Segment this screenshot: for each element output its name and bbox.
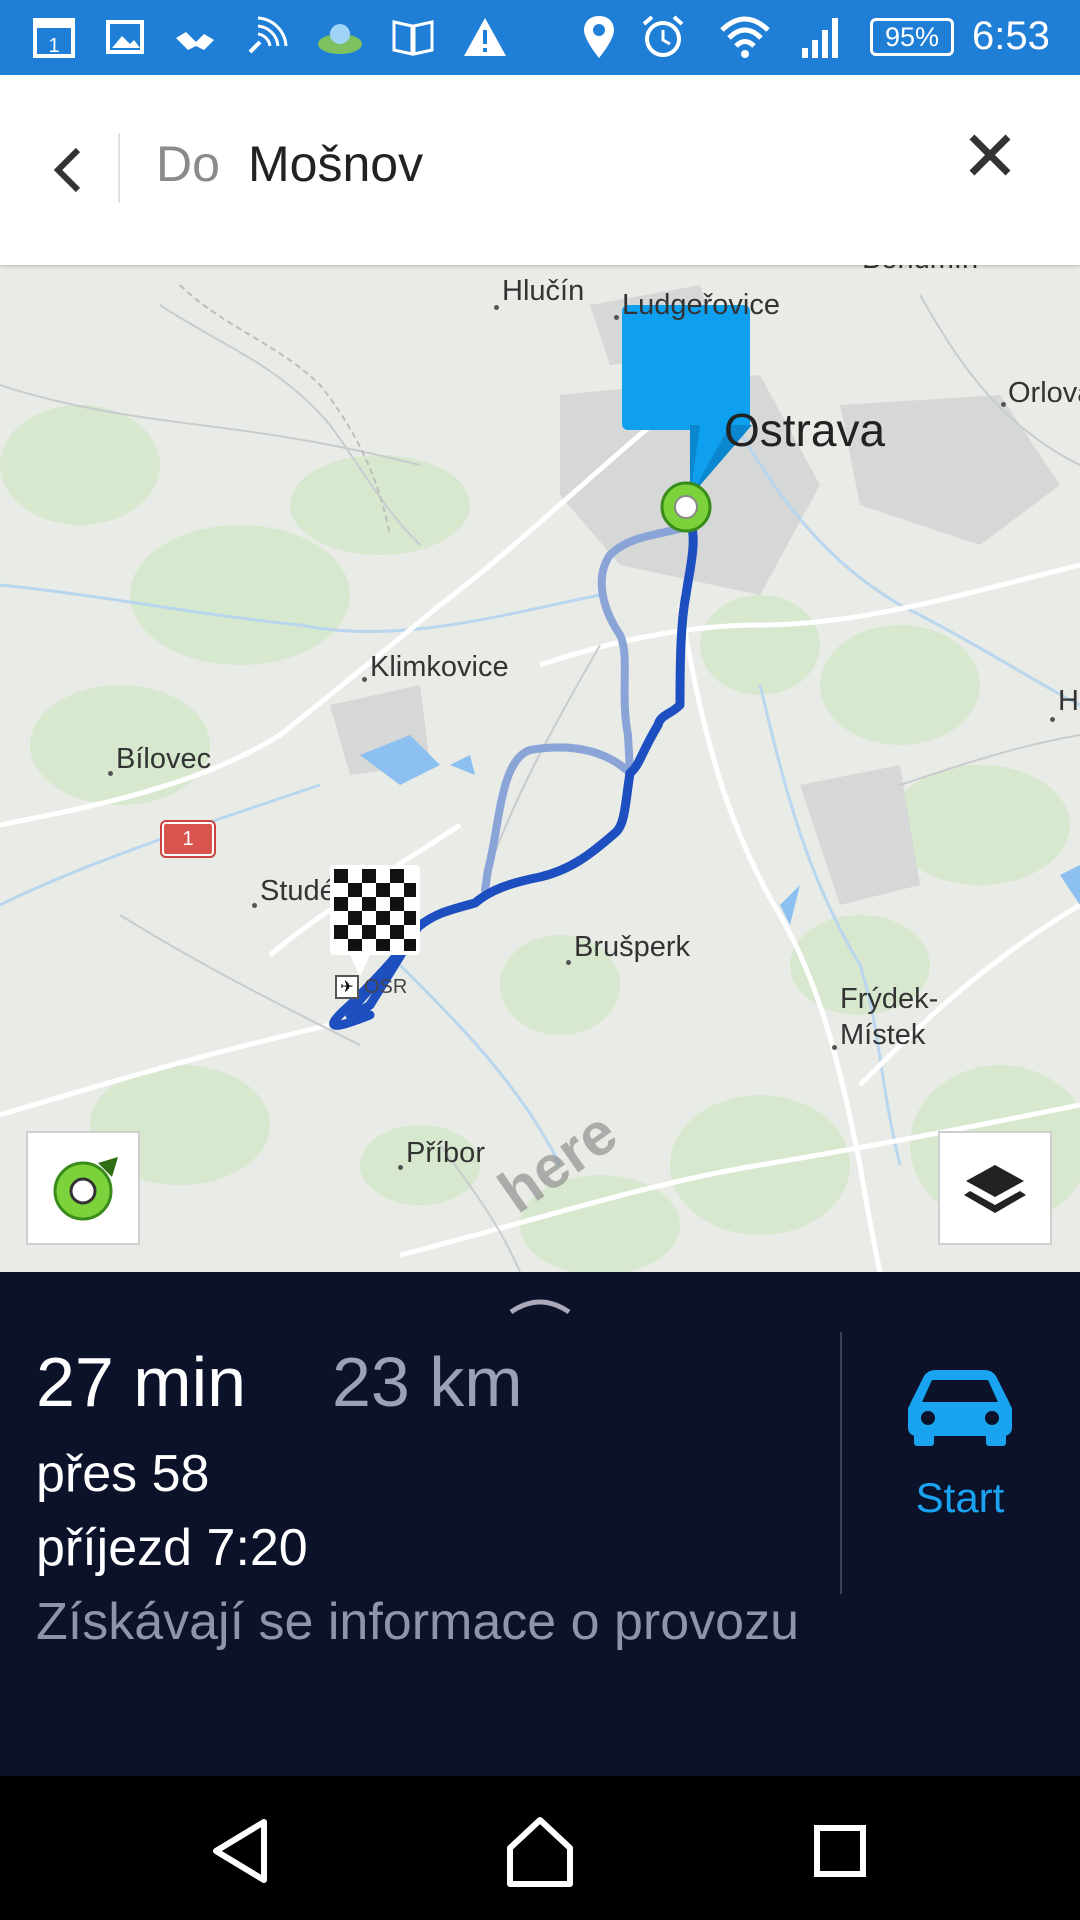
route-via: přes 58	[36, 1445, 210, 1503]
system-nav-bar	[0, 1776, 1080, 1920]
city-label-frydek-line2: Místek	[840, 1019, 926, 1051]
traffic-status: Získávají se informace o provozu	[36, 1593, 799, 1651]
destination-prefix: Do	[156, 136, 220, 192]
alarm-icon	[642, 15, 684, 57]
gallery-icon	[106, 20, 144, 54]
recents-icon	[814, 1825, 866, 1877]
recenter-button[interactable]	[26, 1131, 140, 1245]
calendar-day: 1	[48, 35, 59, 57]
destination-name[interactable]: Mošnov	[248, 135, 423, 193]
triangle-back-icon	[213, 1819, 267, 1883]
route-distance: 23 km	[332, 1343, 523, 1421]
nav-back-button[interactable]	[196, 1806, 286, 1896]
city-label-bohumin: Bohumín	[862, 265, 978, 276]
route-summary-panel: 27 min 23 km přes 58 příjezd 7:20 Získáv…	[0, 1272, 1080, 1776]
expand-handle-icon[interactable]	[505, 1290, 575, 1320]
city-label-hlucin: Hlučín	[502, 275, 585, 307]
wifi-icon	[720, 16, 770, 58]
current-location-icon	[53, 1157, 118, 1221]
close-button[interactable]	[950, 115, 1030, 195]
home-icon	[507, 1817, 573, 1887]
airport-icon: ✈	[335, 975, 359, 999]
signal-stream-icon	[248, 16, 288, 54]
close-icon	[969, 134, 1011, 176]
nav-home-button[interactable]	[495, 1806, 585, 1896]
city-label-frydek-line1: Frýdek-	[840, 983, 939, 1015]
city-label-ludgerovice: Ludgeřovice	[622, 289, 780, 321]
airport-label: OSR	[364, 976, 408, 998]
destination-flag-icon	[330, 865, 420, 977]
header-divider	[118, 133, 120, 203]
route-header: Do Mošnov	[0, 75, 1080, 265]
arrival-time: příjezd 7:20	[36, 1519, 308, 1577]
book-icon	[392, 20, 434, 56]
battery-indicator: 95%	[870, 18, 954, 56]
warning-icon	[464, 18, 506, 56]
location-icon	[584, 16, 614, 58]
status-bar: 1 95% 6:53	[0, 0, 1080, 75]
route-duration: 27 min	[36, 1343, 247, 1421]
car-icon	[908, 1370, 1012, 1446]
city-label-studenka: Studénka	[260, 875, 330, 907]
city-label-klimkovice: Klimkovice	[370, 651, 509, 683]
city-label-orlova: Orlová	[1008, 377, 1080, 409]
start-navigation-button[interactable]: Start	[880, 1362, 1040, 1542]
city-label-pribor: Příbor	[406, 1137, 485, 1169]
city-label-bilovec: Bílovec	[116, 743, 212, 775]
city-label-brusperk: Brušperk	[574, 931, 691, 963]
back-button[interactable]	[30, 130, 110, 210]
nav-recents-button[interactable]	[795, 1806, 885, 1896]
weather-icon	[318, 24, 362, 54]
calendar-icon: 1	[33, 18, 75, 58]
map-layers-button[interactable]	[938, 1131, 1052, 1245]
city-label-havirov: H	[1058, 685, 1079, 717]
chevron-left-icon	[53, 147, 81, 193]
city-label-ostrava: Ostrava	[724, 404, 886, 456]
route-map[interactable]: Hlučín Ludgeřovice Bohumín Ostrava Orlov…	[0, 265, 1080, 1272]
handshake-icon	[176, 32, 214, 50]
road-number-shield: 1	[160, 820, 216, 858]
layers-icon	[964, 1165, 1026, 1213]
clock: 6:53	[972, 14, 1050, 58]
start-label: Start	[915, 1474, 1005, 1521]
panel-divider	[840, 1332, 842, 1594]
cell-signal-icon	[802, 18, 838, 58]
